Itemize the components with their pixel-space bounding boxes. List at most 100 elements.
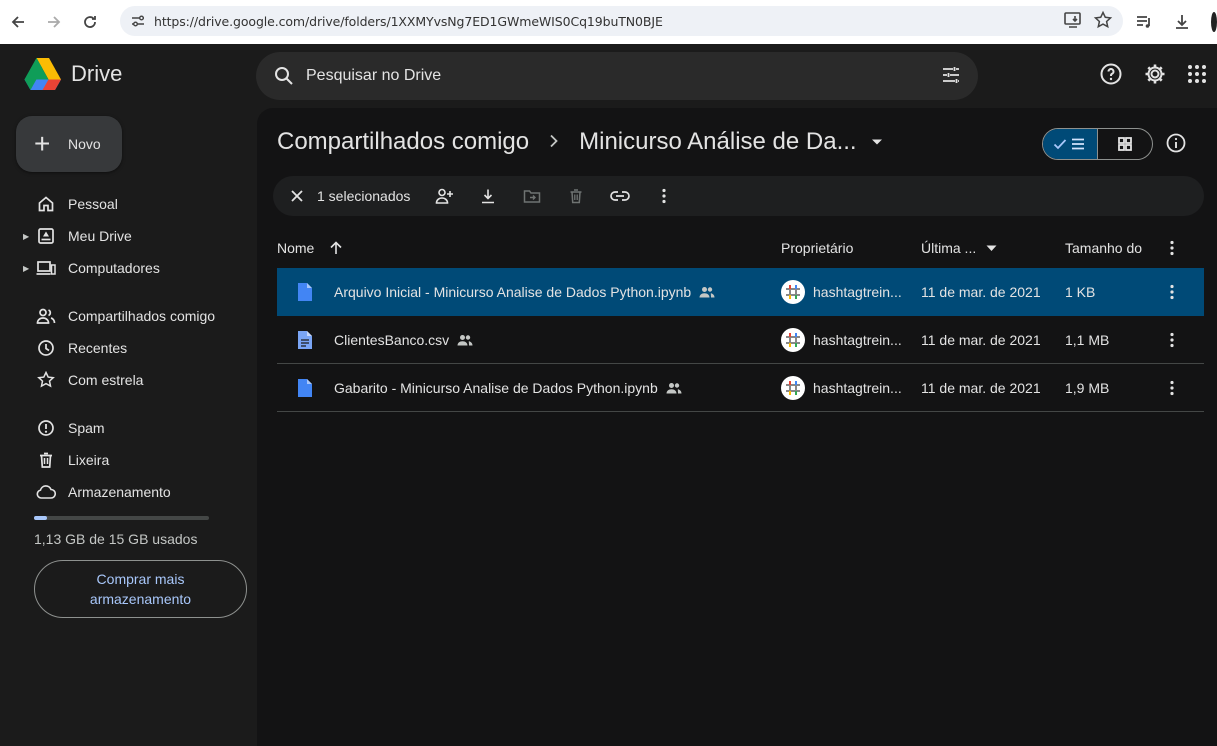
apps-grid-icon[interactable]: [1187, 64, 1207, 84]
expand-caret-icon[interactable]: ▶: [16, 264, 29, 273]
more-vert-icon: [662, 188, 667, 204]
help-icon[interactable]: [1099, 62, 1123, 86]
list-view-button[interactable]: [1043, 129, 1098, 159]
column-owner[interactable]: Proprietário: [781, 240, 853, 256]
sidebar-item-armazenamento[interactable]: Armazenamento: [16, 476, 171, 508]
sidebar-item-recentes[interactable]: Recentes: [16, 332, 127, 364]
bookmark-star-icon[interactable]: [1093, 10, 1113, 30]
document-icon: [297, 378, 313, 401]
sidebar-item-computadores[interactable]: ▶ Computadores: [16, 252, 160, 284]
arrow-left-icon: [11, 16, 24, 28]
arrow-right-icon: [48, 16, 61, 28]
modified-date: 11 de mar. de 2021: [921, 283, 1041, 300]
row-more-icon[interactable]: [1170, 376, 1174, 396]
settings-gear-icon[interactable]: [1143, 62, 1167, 86]
download-button[interactable]: [466, 188, 510, 204]
owner-name: hashtagtrein...: [813, 283, 902, 300]
owner-avatar: [781, 375, 805, 400]
home-icon: [34, 195, 58, 213]
breadcrumb-root[interactable]: Compartilhados comigo: [277, 128, 529, 156]
row-more-icon[interactable]: [1170, 328, 1174, 348]
media-controls-icon[interactable]: [1127, 7, 1161, 37]
owner-name: hashtagtrein...: [813, 331, 902, 348]
column-modified[interactable]: Última ...: [921, 240, 997, 256]
file-name[interactable]: Arquivo Inicial - Minicurso Analise de D…: [334, 284, 691, 300]
close-icon[interactable]: [285, 189, 309, 203]
owner-avatar: [781, 327, 805, 352]
table-row[interactable]: ClientesBanco.csv hashtagtrein... 11 de …: [277, 316, 1204, 364]
sidebar-item-lixeira[interactable]: Lixeira: [16, 444, 109, 476]
breadcrumb: Compartilhados comigo Minicurso Análise …: [277, 128, 883, 156]
search-icon[interactable]: [272, 66, 296, 86]
table-header: Nome Proprietário Última ... Tamanho do: [277, 230, 1204, 266]
column-size[interactable]: Tamanho do: [1065, 240, 1142, 256]
file-size: 1 KB: [1065, 283, 1096, 300]
browser-toolbar: https://drive.google.com/drive/folders/1…: [0, 0, 1217, 44]
clock-icon: [34, 339, 58, 357]
forward-button[interactable]: [36, 4, 72, 40]
storage-progress-bar: [34, 516, 209, 520]
file-name[interactable]: Gabarito - Minicurso Analise de Dados Py…: [334, 380, 658, 396]
sidebar-item-com-estrela[interactable]: Com estrela: [16, 364, 143, 396]
chevron-down-icon[interactable]: [986, 245, 997, 252]
folder-dropdown-icon[interactable]: [871, 138, 883, 146]
shared-people-icon: [666, 382, 682, 393]
link-icon: [610, 191, 631, 201]
column-name-label: Nome: [277, 240, 315, 256]
sort-arrow-up-icon[interactable]: [329, 241, 343, 255]
list-icon: [1072, 138, 1085, 150]
info-icon[interactable]: [1165, 132, 1187, 154]
new-button[interactable]: + Novo: [16, 116, 122, 172]
sidebar-item-label: Computadores: [68, 260, 160, 276]
breadcrumb-current[interactable]: Minicurso Análise de Da...: [579, 128, 856, 156]
move-folder-icon: [524, 190, 541, 203]
profile-avatar[interactable]: [1203, 7, 1217, 37]
shared-people-icon: [457, 334, 473, 345]
search-options-icon[interactable]: [940, 64, 962, 86]
storage-usage-text: 1,13 GB de 15 GB usados: [34, 531, 198, 547]
search-bar[interactable]: Pesquisar no Drive: [256, 52, 978, 100]
column-options-icon[interactable]: [1170, 240, 1174, 256]
document-icon: [297, 282, 313, 305]
spreadsheet-doc-icon: [297, 330, 313, 353]
my-drive-icon: [34, 227, 58, 245]
trash-icon: [570, 189, 582, 204]
install-app-icon[interactable]: [1063, 10, 1083, 30]
reload-icon: [84, 16, 96, 28]
search-input[interactable]: Pesquisar no Drive: [306, 67, 441, 85]
buy-storage-button[interactable]: Comprar mais armazenamento: [34, 560, 247, 618]
header-actions: [1099, 62, 1217, 86]
downloads-icon[interactable]: [1165, 7, 1199, 37]
people-icon: [34, 307, 58, 325]
move-button[interactable]: [510, 188, 554, 204]
column-modified-label: Última ...: [921, 240, 977, 256]
copy-link-button[interactable]: [598, 190, 642, 202]
share-button[interactable]: [422, 187, 466, 205]
grid-view-button[interactable]: [1098, 129, 1153, 159]
url-text[interactable]: https://drive.google.com/drive/folders/1…: [154, 14, 663, 29]
sidebar-item-label: Spam: [68, 420, 105, 436]
computer-icon: [34, 259, 58, 277]
table-row[interactable]: Gabarito - Minicurso Analise de Dados Py…: [277, 364, 1204, 412]
delete-button[interactable]: [554, 188, 598, 204]
sidebar-item-meu-drive[interactable]: ▶ Meu Drive: [16, 220, 132, 252]
plus-icon: +: [34, 128, 51, 159]
sidebar-item-label: Recentes: [68, 340, 128, 356]
sidebar-item-pessoal[interactable]: Pessoal: [16, 188, 118, 220]
back-button[interactable]: [0, 4, 36, 40]
file-size: 1,1 MB: [1065, 331, 1110, 348]
reload-button[interactable]: [72, 4, 108, 40]
expand-caret-icon[interactable]: ▶: [16, 232, 29, 241]
column-name[interactable]: Nome: [277, 240, 343, 256]
drive-logo[interactable]: Drive: [24, 57, 122, 91]
cloud-icon: [34, 484, 58, 500]
row-more-icon[interactable]: [1170, 280, 1174, 300]
address-bar[interactable]: https://drive.google.com/drive/folders/1…: [120, 6, 1123, 36]
chevron-right-icon: [549, 131, 559, 154]
more-actions-button[interactable]: [642, 188, 686, 204]
sidebar-item-compartilhados[interactable]: Compartilhados comigo: [16, 300, 215, 332]
sidebar-item-spam[interactable]: Spam: [16, 412, 105, 444]
file-name[interactable]: ClientesBanco.csv: [334, 332, 449, 348]
site-settings-icon[interactable]: [122, 13, 154, 29]
table-row[interactable]: Arquivo Inicial - Minicurso Analise de D…: [277, 268, 1204, 316]
